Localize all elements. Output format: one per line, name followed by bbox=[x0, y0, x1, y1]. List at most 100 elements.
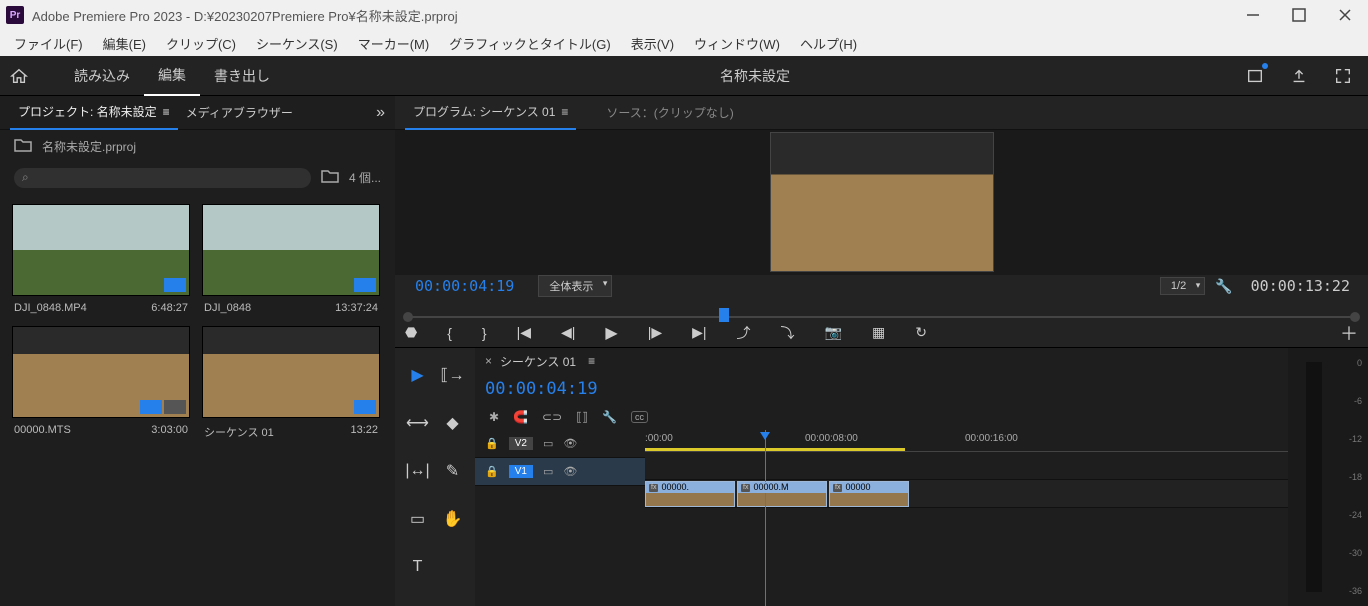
track-header-v2[interactable]: 🔒 V2 ▭ 👁 bbox=[475, 430, 645, 458]
new-bin-button[interactable] bbox=[321, 167, 339, 188]
toggle-output-icon[interactable]: 👁 bbox=[563, 437, 577, 450]
track-select-tool[interactable]: ⟦→ bbox=[438, 360, 467, 390]
project-item[interactable]: DJI_0848.MP46:48:27 bbox=[12, 204, 190, 314]
timeline-playhead[interactable] bbox=[765, 430, 766, 606]
meter-tick: -24 bbox=[1349, 510, 1362, 520]
project-item[interactable]: 00000.MTS 3:03:00 bbox=[12, 326, 190, 440]
menu-view[interactable]: 表示(V) bbox=[621, 34, 684, 53]
rectangle-tool[interactable]: ▭ bbox=[403, 504, 432, 534]
lock-icon[interactable]: 🔒 bbox=[485, 437, 499, 450]
menu-graphics[interactable]: グラフィックとタイトル(G) bbox=[439, 34, 621, 53]
close-sequence-button[interactable]: × bbox=[485, 354, 492, 368]
program-monitor-tab[interactable]: プログラム: シーケンス 01 ≡ bbox=[405, 96, 576, 130]
menu-help[interactable]: ヘルプ(H) bbox=[790, 34, 867, 53]
program-monitor[interactable] bbox=[395, 130, 1368, 275]
timeline-clip[interactable]: fx 00000.M bbox=[737, 481, 827, 507]
workspace-import[interactable]: 読み込み bbox=[60, 56, 144, 96]
settings-button[interactable]: 🔧 bbox=[1215, 278, 1232, 295]
media-browser-tab[interactable]: メディアブラウザー bbox=[178, 96, 301, 130]
item-count-label: 4 個... bbox=[349, 169, 381, 186]
project-item-duration: 6:48:27 bbox=[151, 302, 188, 314]
timeline-timecode[interactable]: 00:00:04:19 bbox=[485, 379, 598, 399]
lift-button[interactable]: ⤴ bbox=[737, 323, 751, 343]
project-item-duration: 3:03:00 bbox=[151, 424, 188, 436]
quick-export-button[interactable] bbox=[1240, 61, 1270, 91]
go-to-in-button[interactable]: |◀ bbox=[517, 324, 531, 341]
hand-tool[interactable]: ✋ bbox=[438, 504, 467, 534]
insert-program-button[interactable]: ✱ bbox=[489, 410, 499, 424]
track-label: V1 bbox=[509, 465, 533, 478]
work-area-bar[interactable] bbox=[645, 448, 905, 451]
fx-badge-icon: fx bbox=[649, 484, 658, 492]
timeline-clip[interactable]: fx 00000. bbox=[645, 481, 735, 507]
fullscreen-button[interactable] bbox=[1328, 61, 1358, 91]
razor-tool[interactable]: ◆ bbox=[438, 408, 467, 438]
menu-window[interactable]: ウィンドウ(W) bbox=[684, 34, 790, 53]
program-scrubber[interactable] bbox=[405, 298, 1358, 318]
project-item[interactable]: シーケンス 0113:22 bbox=[202, 326, 380, 440]
captions-button[interactable]: cc bbox=[631, 411, 648, 423]
clip-label: 00000. bbox=[661, 482, 689, 493]
loop-button[interactable]: ↻ bbox=[915, 324, 927, 341]
fx-badge-icon: fx bbox=[741, 484, 750, 492]
toggle-output-icon[interactable]: 👁 bbox=[563, 465, 577, 478]
track-label: V2 bbox=[509, 437, 533, 450]
mark-out-button[interactable]: } bbox=[482, 325, 487, 341]
add-marker-button[interactable]: ⬣ bbox=[405, 324, 417, 341]
program-monitor-tab-label: プログラム: シーケンス 01 bbox=[413, 103, 555, 120]
project-item-name: 00000.MTS bbox=[14, 424, 71, 436]
program-current-timecode[interactable]: 00:00:04:19 bbox=[405, 277, 524, 295]
home-button[interactable] bbox=[10, 67, 30, 85]
project-item-name: シーケンス 01 bbox=[204, 424, 274, 440]
track-v1-lane[interactable]: fx 00000. fx 00000.M bbox=[645, 480, 1288, 508]
timeline-ruler[interactable]: :00:00 00:00:08:00 00:00:16:00 bbox=[645, 430, 1288, 452]
extract-button[interactable]: ⤵ bbox=[781, 323, 795, 343]
go-to-out-button[interactable]: ▶| bbox=[692, 324, 706, 341]
selection-tool[interactable]: ▶ bbox=[403, 360, 432, 390]
linked-selection-button[interactable]: ⊂⊃ bbox=[542, 410, 562, 424]
sync-lock-icon[interactable]: ▭ bbox=[543, 437, 553, 450]
menu-file[interactable]: ファイル(F) bbox=[4, 34, 93, 53]
close-button[interactable] bbox=[1322, 0, 1368, 30]
project-item[interactable]: DJI_084813:37:24 bbox=[202, 204, 380, 314]
export-frame-button[interactable]: 📷 bbox=[825, 324, 842, 341]
timeline-settings-button[interactable]: 🔧 bbox=[602, 410, 617, 424]
slip-tool[interactable]: |↔| bbox=[403, 456, 432, 486]
panel-overflow-button[interactable]: » bbox=[376, 104, 385, 122]
play-button[interactable]: ▶ bbox=[605, 323, 617, 343]
comparison-view-button[interactable]: ▦ bbox=[872, 324, 885, 341]
sequence-name[interactable]: シーケンス 01 bbox=[500, 353, 576, 370]
track-header-v1[interactable]: 🔒 V1 ▭ 👁 bbox=[475, 458, 645, 486]
minimize-button[interactable] bbox=[1230, 0, 1276, 30]
workspace-export[interactable]: 書き出し bbox=[200, 56, 284, 96]
snap-button[interactable]: 🧲 bbox=[513, 410, 528, 424]
workspace-edit[interactable]: 編集 bbox=[144, 56, 200, 96]
project-item-name: DJI_0848 bbox=[204, 302, 251, 314]
step-forward-button[interactable]: |▶ bbox=[648, 324, 662, 341]
maximize-button[interactable] bbox=[1276, 0, 1322, 30]
menu-clip[interactable]: クリップ(C) bbox=[156, 34, 246, 53]
project-panel-tab-label: プロジェクト: 名称未設定 bbox=[18, 103, 157, 120]
project-panel-tab[interactable]: プロジェクト: 名称未設定 ≡ bbox=[10, 96, 178, 130]
project-search-input[interactable]: ⌕ bbox=[14, 168, 311, 188]
ripple-edit-tool[interactable]: ⟷ bbox=[403, 408, 432, 438]
pen-tool[interactable]: ✎ bbox=[438, 456, 467, 486]
program-playhead[interactable] bbox=[719, 308, 729, 322]
window-title: Adobe Premiere Pro 2023 - D:¥20230207Pre… bbox=[32, 6, 458, 25]
button-editor-button[interactable]: ＋ bbox=[1340, 320, 1358, 346]
share-button[interactable] bbox=[1284, 61, 1314, 91]
step-back-button[interactable]: ◀| bbox=[561, 324, 575, 341]
zoom-dropdown[interactable]: 全体表示 bbox=[538, 275, 612, 297]
mark-in-button[interactable]: { bbox=[447, 325, 452, 341]
lock-icon[interactable]: 🔒 bbox=[485, 465, 499, 478]
track-v2-lane[interactable] bbox=[645, 452, 1288, 480]
resolution-dropdown[interactable]: 1/2 bbox=[1160, 277, 1205, 295]
clip-label: 00000 bbox=[845, 482, 870, 493]
markers-button[interactable]: ⟦⟧ bbox=[576, 410, 588, 424]
menu-sequence[interactable]: シーケンス(S) bbox=[246, 34, 348, 53]
type-tool[interactable]: T bbox=[403, 552, 432, 582]
timeline-clip[interactable]: fx 00000 bbox=[829, 481, 909, 507]
menu-marker[interactable]: マーカー(M) bbox=[348, 34, 440, 53]
menu-edit[interactable]: 編集(E) bbox=[93, 34, 156, 53]
sync-lock-icon[interactable]: ▭ bbox=[543, 465, 553, 478]
